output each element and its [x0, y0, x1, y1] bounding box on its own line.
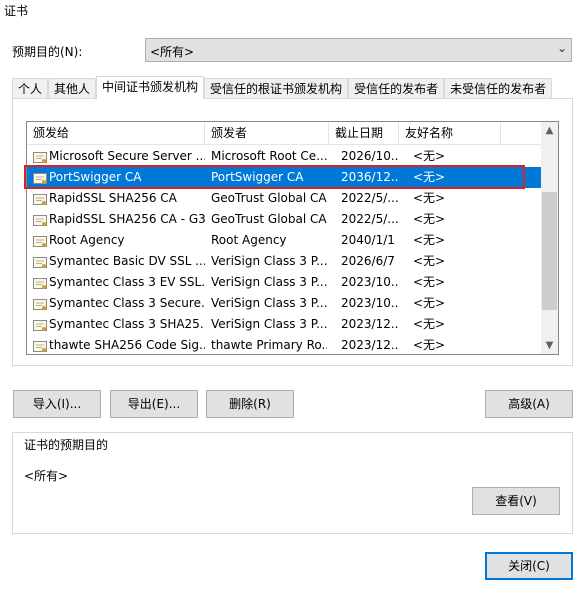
cell-issued-to: Microsoft Secure Server ...: [49, 149, 205, 163]
advanced-button[interactable]: 高级(A): [485, 390, 573, 418]
cell-issued-to: RapidSSL SHA256 CA - G3: [49, 212, 205, 226]
table-row[interactable]: Root Agency Root Agency 2040/1/1 <无>: [27, 230, 542, 251]
certificate-list[interactable]: 颁发给 颁发者 截止日期 友好名称 Microsoft Secure Serve…: [26, 121, 559, 355]
cell-friendly-name: <无>: [413, 191, 446, 205]
cell-issued-by: thawte Primary Ro...: [211, 338, 327, 352]
export-button[interactable]: 导出(E)...: [110, 390, 198, 418]
certificate-icon: [33, 234, 47, 247]
cell-friendly-name: <无>: [413, 317, 446, 331]
cell-friendly-name: <无>: [413, 149, 446, 163]
vertical-scrollbar[interactable]: ▲ ▼: [541, 122, 558, 354]
table-row[interactable]: thawte SHA256 Code Sig... thawte Primary …: [27, 335, 542, 354]
table-row[interactable]: Symantec Class 3 SHA25... VeriSign Class …: [27, 314, 542, 335]
cell-friendly-name: <无>: [413, 296, 446, 310]
column-expiry[interactable]: 截止日期: [329, 122, 399, 144]
cell-issued-to: Symantec Basic DV SSL ...: [49, 254, 205, 268]
certificate-icon: [33, 339, 47, 352]
cell-expiry: 2022/5/...: [341, 212, 399, 226]
certificate-icon: [33, 192, 47, 205]
scroll-up-icon[interactable]: ▲: [541, 122, 558, 139]
cell-friendly-name: <无>: [413, 338, 446, 352]
purpose-label: 预期目的(N):: [12, 45, 83, 59]
window-title: 证书: [4, 4, 29, 18]
cell-issued-to: Symantec Class 3 EV SSL...: [49, 275, 205, 289]
annotation-highlight-box: [24, 165, 525, 189]
import-button[interactable]: 导入(I)...: [13, 390, 101, 418]
cell-issued-to: Symantec Class 3 SHA25...: [49, 317, 205, 331]
intended-purposes-title: 证书的预期目的: [22, 436, 111, 453]
certificate-icon: [33, 297, 47, 310]
cell-issued-to: thawte SHA256 Code Sig...: [49, 338, 205, 352]
cell-friendly-name: <无>: [413, 275, 446, 289]
cell-issued-to: Root Agency: [49, 233, 125, 247]
cell-expiry: 2040/1/1: [341, 233, 395, 247]
column-issued-to[interactable]: 颁发给: [27, 122, 205, 144]
tab-intermediate-ca[interactable]: 中间证书颁发机构: [96, 76, 205, 99]
cell-expiry: 2022/5/...: [341, 191, 399, 205]
cell-issued-by: VeriSign Class 3 P...: [211, 296, 327, 310]
tab-personal[interactable]: 个人: [12, 78, 49, 99]
table-row[interactable]: Microsoft Secure Server ... Microsoft Roo…: [27, 146, 542, 167]
table-row[interactable]: Symantec Class 3 EV SSL... VeriSign Class…: [27, 272, 542, 293]
cell-friendly-name: <无>: [413, 254, 446, 268]
certificate-icon: [33, 213, 47, 226]
cell-issued-by: VeriSign Class 3 P...: [211, 317, 327, 331]
intended-purposes-value: <所有>: [24, 469, 69, 483]
certificate-icon: [33, 318, 47, 331]
scroll-down-icon[interactable]: ▼: [541, 337, 558, 354]
chevron-down-icon: ⌄: [556, 41, 567, 55]
remove-button[interactable]: 删除(R): [206, 390, 294, 418]
tab-untrusted-publishers[interactable]: 未受信任的发布者: [444, 78, 553, 99]
cell-issued-by: GeoTrust Global CA: [211, 191, 327, 205]
cell-issued-by: Microsoft Root Ce...: [211, 149, 327, 163]
cell-expiry: 2023/10...: [341, 275, 399, 289]
certificate-icon: [33, 150, 47, 163]
cell-expiry: 2026/6/7: [341, 254, 395, 268]
cell-issued-by: Root Agency: [211, 233, 287, 247]
cell-expiry: 2026/10...: [341, 149, 399, 163]
cell-issued-by: GeoTrust Global CA: [211, 212, 327, 226]
certificate-icon: [33, 255, 47, 268]
cell-friendly-name: <无>: [413, 233, 446, 247]
cell-expiry: 2023/10...: [341, 296, 399, 310]
view-button[interactable]: 查看(V): [472, 487, 560, 515]
cell-expiry: 2023/12...: [341, 317, 399, 331]
purpose-dropdown[interactable]: <所有> ⌄: [145, 38, 572, 62]
tab-other-people[interactable]: 其他人: [48, 78, 97, 99]
cell-issued-to: RapidSSL SHA256 CA: [49, 191, 177, 205]
table-row[interactable]: RapidSSL SHA256 CA - G3 GeoTrust Global C…: [27, 209, 542, 230]
purpose-dropdown-value: <所有>: [150, 45, 195, 59]
cell-expiry: 2023/12...: [341, 338, 399, 352]
cell-issued-by: VeriSign Class 3 P...: [211, 275, 327, 289]
tab-trusted-publishers[interactable]: 受信任的发布者: [348, 78, 445, 99]
cell-friendly-name: <无>: [413, 212, 446, 226]
tab-strip: 个人 其他人 中间证书颁发机构 受信任的根证书颁发机构 受信任的发布者 未受信任…: [12, 76, 553, 99]
certificate-icon: [33, 276, 47, 289]
table-row[interactable]: RapidSSL SHA256 CA GeoTrust Global CA 2022…: [27, 188, 542, 209]
column-issued-by[interactable]: 颁发者: [205, 122, 329, 144]
list-header: 颁发给 颁发者 截止日期 友好名称: [27, 122, 542, 145]
cell-issued-by: VeriSign Class 3 P...: [211, 254, 327, 268]
scroll-thumb[interactable]: [542, 192, 557, 310]
column-friendly-name[interactable]: 友好名称: [399, 122, 501, 144]
table-row[interactable]: Symantec Class 3 Secure... VeriSign Class…: [27, 293, 542, 314]
cell-issued-to: Symantec Class 3 Secure...: [49, 296, 205, 310]
close-button[interactable]: 关闭(C): [485, 552, 573, 580]
tab-trusted-root-ca[interactable]: 受信任的根证书颁发机构: [204, 78, 349, 99]
table-row[interactable]: Symantec Basic DV SSL ... VeriSign Class …: [27, 251, 542, 272]
